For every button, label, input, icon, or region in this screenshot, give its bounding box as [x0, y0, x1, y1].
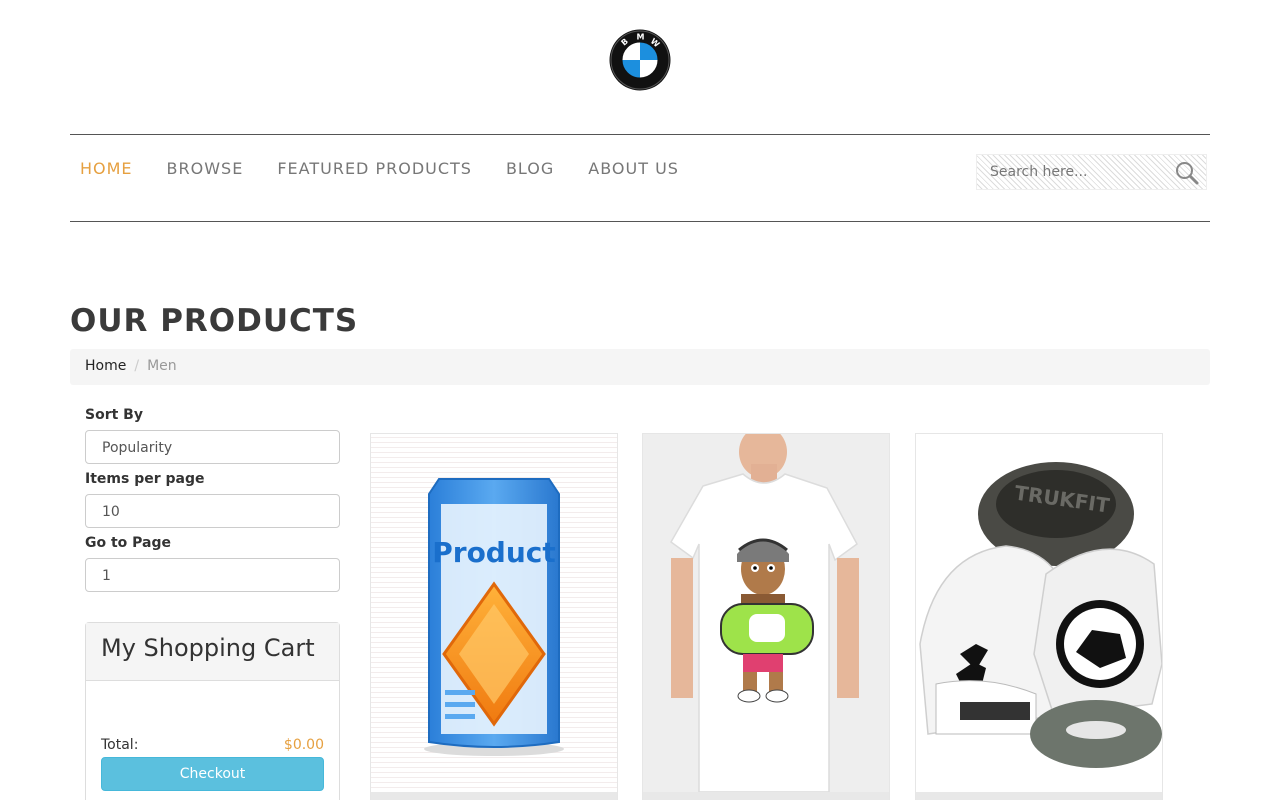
product-card-footer: [371, 792, 617, 800]
product-card[interactable]: [642, 433, 890, 800]
snapback-caps-photo-icon: TRUKFIT: [916, 434, 1162, 792]
nav-item-featured-products[interactable]: FEATURED PRODUCTS: [277, 159, 472, 179]
items-per-page-label: Items per page: [85, 471, 205, 487]
cart-total-row: Total: $0.00: [101, 737, 324, 753]
product-image[interactable]: [643, 434, 889, 792]
product-box-icon: Product: [424, 478, 564, 756]
tshirt-photo-icon: [643, 434, 889, 792]
product-card[interactable]: TRUKFIT: [915, 433, 1163, 800]
go-to-page-select[interactable]: 1: [85, 558, 340, 592]
breadcrumb-separator: /: [134, 358, 140, 374]
nav-item-blog[interactable]: BLOG: [506, 159, 554, 179]
product-card-footer: [916, 792, 1162, 800]
checkout-button[interactable]: Checkout: [101, 757, 324, 791]
bmw-logo-icon: B M W: [609, 29, 671, 91]
nav-menu: HOME BROWSE FEATURED PRODUCTS BLOG ABOUT…: [80, 159, 713, 179]
breadcrumb-current: Men: [147, 358, 177, 374]
go-to-page-label: Go to Page: [85, 535, 172, 551]
nav-item-about-us[interactable]: ABOUT US: [588, 159, 679, 179]
product-box-label: Product: [432, 536, 556, 569]
breadcrumb: Home / Men: [70, 349, 1210, 385]
nav-item-home[interactable]: HOME: [80, 159, 133, 179]
search-input[interactable]: [977, 155, 1167, 189]
search-box: [976, 154, 1207, 190]
items-per-page-select[interactable]: 10: [85, 494, 340, 528]
page-title: OUR PRODUCTS: [70, 303, 359, 339]
nav-item-browse[interactable]: BROWSE: [167, 159, 244, 179]
cart-header: My Shopping Cart: [86, 623, 339, 681]
product-card-footer: [643, 792, 889, 800]
search-button[interactable]: [1174, 160, 1200, 186]
breadcrumb-home-link[interactable]: Home: [85, 358, 126, 374]
shopping-cart-panel: My Shopping Cart Total: $0.00 Checkout: [85, 622, 340, 800]
sort-by-label: Sort By: [85, 407, 143, 423]
cart-total-label: Total:: [101, 737, 139, 753]
brand-logo[interactable]: B M W: [609, 29, 671, 91]
filter-sidebar: Sort By Popularity Items per page 10 Go …: [85, 405, 340, 597]
product-image[interactable]: TRUKFIT: [916, 434, 1162, 792]
product-card[interactable]: Product: [370, 433, 618, 800]
sort-by-select[interactable]: Popularity: [85, 430, 340, 464]
logo-letter-m: M: [637, 33, 645, 42]
search-icon: [1176, 162, 1199, 185]
cart-total-value: $0.00: [283, 737, 324, 753]
cart-title: My Shopping Cart: [101, 634, 315, 662]
main-navigation: HOME BROWSE FEATURED PRODUCTS BLOG ABOUT…: [70, 134, 1210, 222]
product-image[interactable]: Product: [371, 434, 617, 792]
